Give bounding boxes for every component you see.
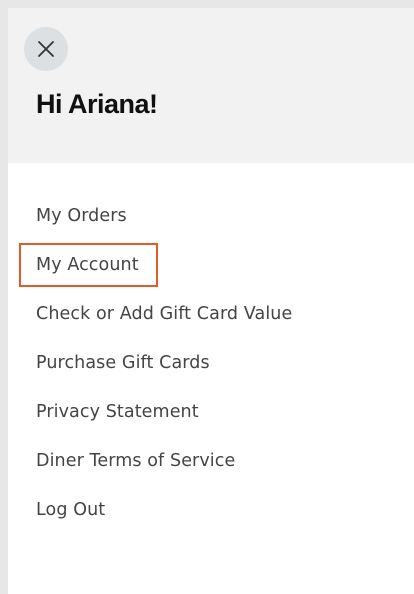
menu-item-gift-card-value: Check or Add Gift Card Value xyxy=(8,296,414,345)
purchase-gift-cards-link[interactable]: Purchase Gift Cards xyxy=(36,345,210,382)
menu-item-my-orders: My Orders xyxy=(8,198,414,247)
my-account-link[interactable]: My Account xyxy=(36,247,139,284)
check-gift-card-value-link[interactable]: Check or Add Gift Card Value xyxy=(36,296,292,333)
greeting-title: Hi Ariana! xyxy=(36,89,158,119)
account-menu-panel: Hi Ariana! My Orders My Account Check or… xyxy=(8,8,414,594)
panel-header: Hi Ariana! xyxy=(8,8,414,163)
my-orders-link[interactable]: My Orders xyxy=(36,198,127,235)
close-icon xyxy=(38,41,54,57)
menu-item-privacy-statement: Privacy Statement xyxy=(8,394,414,443)
menu-item-log-out: Log Out xyxy=(8,492,414,541)
menu-item-diner-terms: Diner Terms of Service xyxy=(8,443,414,492)
account-menu: My Orders My Account Check or Add Gift C… xyxy=(8,198,414,541)
menu-item-purchase-gift-cards: Purchase Gift Cards xyxy=(8,345,414,394)
privacy-statement-link[interactable]: Privacy Statement xyxy=(36,394,199,431)
close-button[interactable] xyxy=(24,27,68,71)
menu-item-my-account: My Account xyxy=(8,247,414,296)
diner-terms-link[interactable]: Diner Terms of Service xyxy=(36,443,235,480)
log-out-link[interactable]: Log Out xyxy=(36,492,105,529)
